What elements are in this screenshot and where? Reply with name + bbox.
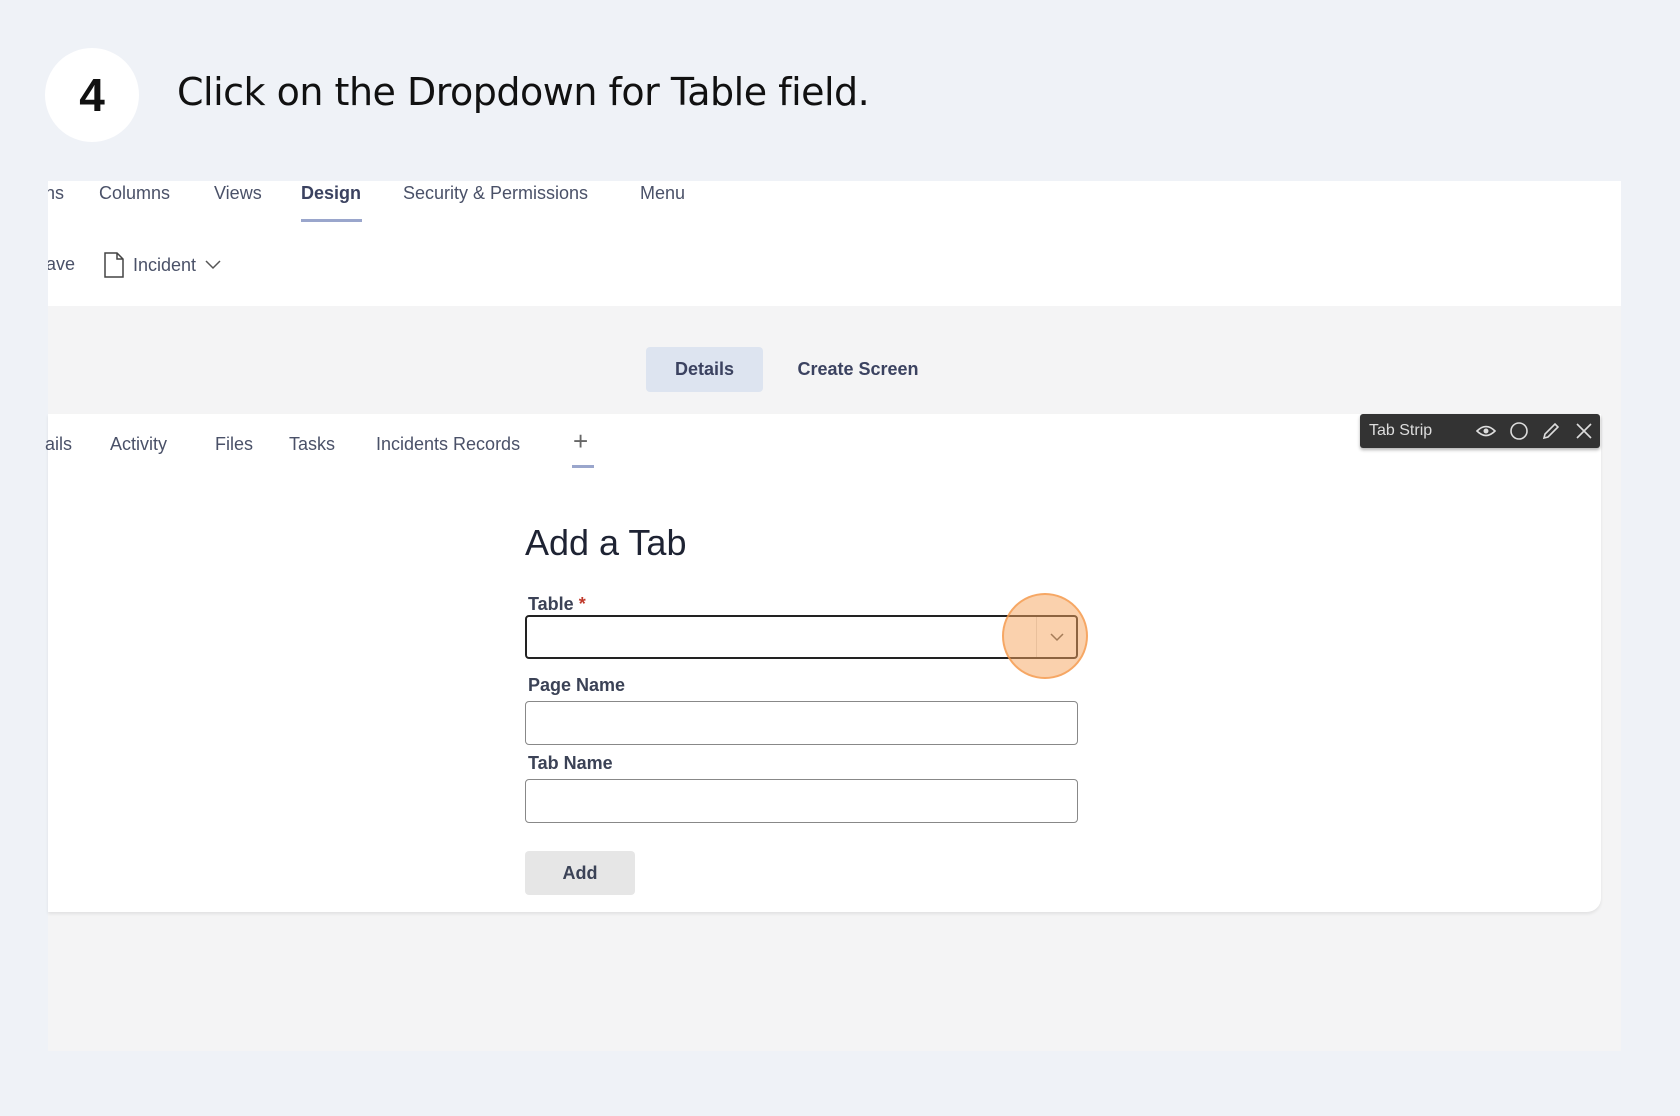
chevron-down-icon bbox=[205, 260, 221, 270]
table-dropdown[interactable] bbox=[525, 615, 1078, 659]
step-number-badge: 4 bbox=[45, 48, 139, 142]
table-value bbox=[527, 617, 1036, 657]
close-icon[interactable] bbox=[1568, 421, 1600, 441]
tab-menu[interactable]: Menu bbox=[640, 183, 685, 204]
tab-strip-card: ails Activity Files Tasks Incidents Reco… bbox=[45, 414, 1601, 912]
top-panel: ns Columns Views Design Security & Permi… bbox=[48, 181, 1621, 306]
page-selector[interactable]: Incident bbox=[103, 252, 222, 278]
add-tab-indicator bbox=[572, 465, 594, 468]
file-icon bbox=[104, 252, 124, 278]
page-selector-label: Incident bbox=[133, 254, 197, 275]
click-highlight bbox=[1002, 593, 1088, 679]
tab-views[interactable]: Views bbox=[214, 183, 262, 204]
card-tab-details[interactable]: ails bbox=[45, 434, 72, 455]
tab-name-label: Tab Name bbox=[528, 753, 613, 773]
segment-create-screen[interactable]: Create Screen bbox=[788, 347, 928, 392]
tab-columns[interactable]: Columns bbox=[99, 183, 170, 204]
card-tab-tasks[interactable]: Tasks bbox=[289, 434, 335, 455]
tab-name-input[interactable] bbox=[525, 779, 1078, 823]
page-name-input[interactable] bbox=[525, 701, 1078, 745]
pencil-icon[interactable] bbox=[1535, 421, 1567, 441]
tab-design[interactable]: Design bbox=[301, 183, 361, 204]
tab-ns[interactable]: ns bbox=[48, 183, 64, 204]
active-tab-indicator bbox=[301, 219, 362, 222]
save-button[interactable]: ave bbox=[48, 254, 75, 275]
required-mark: * bbox=[578, 594, 586, 614]
eye-icon[interactable] bbox=[1470, 424, 1502, 438]
add-button[interactable]: Add bbox=[525, 851, 635, 895]
segment-details[interactable]: Details bbox=[646, 347, 763, 392]
table-label: Table * bbox=[528, 594, 586, 614]
form-title: Add a Tab bbox=[525, 522, 687, 563]
circle-icon[interactable] bbox=[1503, 421, 1535, 441]
page-name-label: Page Name bbox=[528, 675, 626, 695]
tab-security-permissions[interactable]: Security & Permissions bbox=[403, 183, 588, 204]
step-instruction: Click on the Dropdown for Table field. bbox=[177, 70, 870, 114]
card-tab-files[interactable]: Files bbox=[215, 434, 253, 455]
add-tab-plus-icon[interactable]: + bbox=[573, 426, 588, 457]
design-canvas: Details Create Screen ails Activity File… bbox=[45, 306, 1621, 1051]
tab-strip-label: Tab Strip bbox=[1369, 422, 1433, 439]
card-tab-incidents-records[interactable]: Incidents Records bbox=[376, 434, 520, 455]
tab-strip-toolbar: Tab Strip bbox=[1360, 414, 1600, 448]
card-tab-activity[interactable]: Activity bbox=[110, 434, 167, 455]
